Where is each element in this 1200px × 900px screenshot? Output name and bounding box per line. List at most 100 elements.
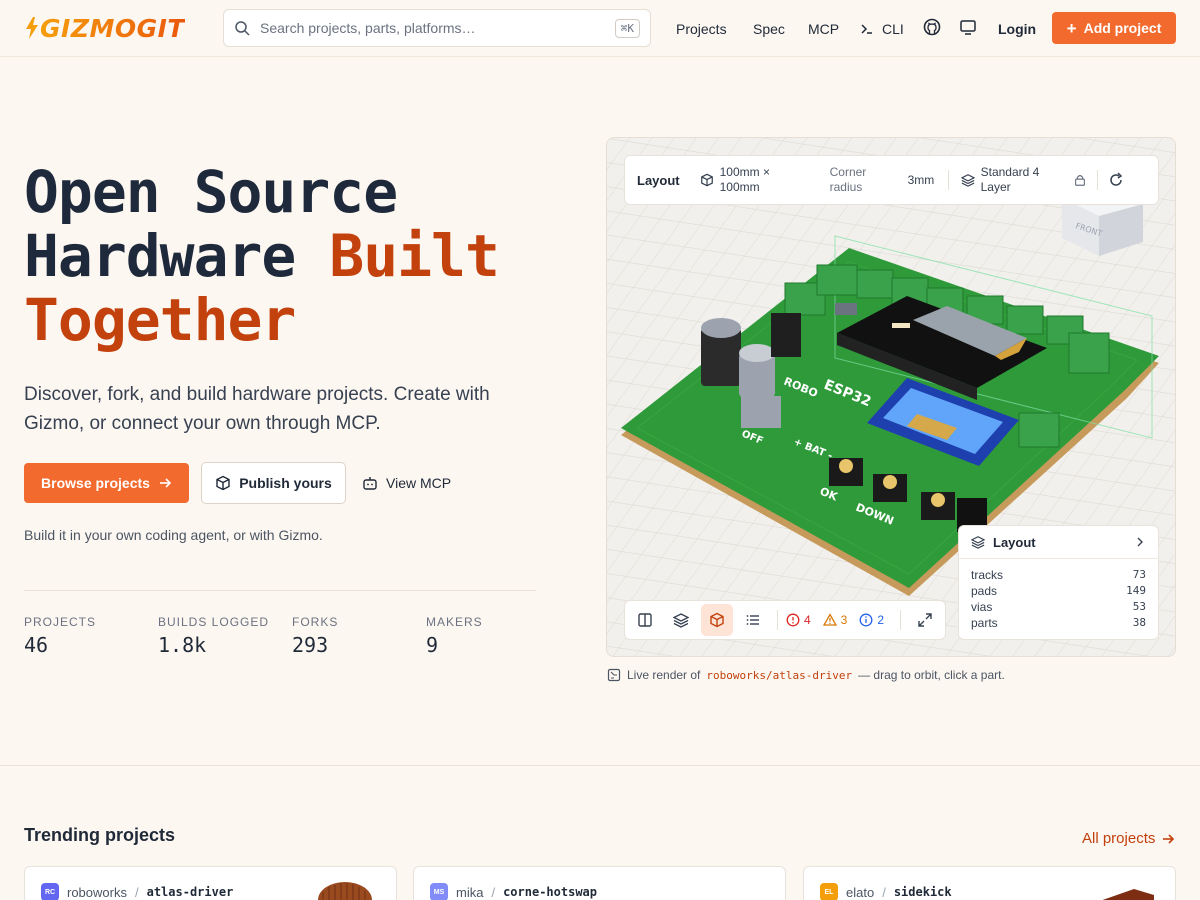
layout-properties-bar: Layout 100mm × 100mm Corner radius 3mm S… [624, 155, 1159, 205]
section-divider [0, 765, 1200, 766]
row-label: pads [971, 584, 998, 598]
warning-count[interactable]: 3 [822, 613, 848, 627]
hero-subtitle: Discover, fork, and build hardware proje… [24, 384, 490, 434]
project-repo[interactable]: corne-hotswap [503, 885, 597, 899]
project-repo[interactable]: atlas-driver [147, 885, 234, 899]
stat-value: 9 [426, 633, 439, 657]
layout-panel-header[interactable]: Layout [959, 526, 1158, 559]
stat-makers: MAKERS 9 [426, 615, 556, 657]
row-label: parts [971, 616, 998, 630]
monitor-icon[interactable] [959, 18, 979, 38]
voltage-regulator[interactable] [771, 313, 801, 357]
row-value: 73 [1132, 568, 1146, 581]
nav-mcp[interactable]: MCP [808, 21, 839, 37]
avatar: EL [820, 883, 838, 900]
refresh-icon[interactable] [1108, 172, 1124, 188]
row-value: 38 [1132, 616, 1146, 629]
nav-cli[interactable]: CLI [860, 0, 904, 57]
project-owner[interactable]: elato [846, 885, 874, 900]
3d-view-button[interactable] [700, 604, 733, 636]
add-project-label: Add project [1083, 20, 1162, 36]
row-label: vias [971, 600, 993, 614]
trending-title: Trending projects [24, 825, 176, 845]
publish-yours-button[interactable]: Publish yours [201, 462, 346, 504]
stackup-selector[interactable]: Standard 4 Layer [981, 165, 1063, 195]
bot-icon [363, 477, 377, 490]
caption-suffix: — drag to orbit, click a part. [858, 668, 1005, 682]
hero-title-line3: Together [24, 286, 296, 354]
search-shortcut-badge: ⌘K [614, 18, 640, 38]
arrow-right-icon [159, 478, 172, 488]
add-project-button[interactable]: + Add project [1052, 12, 1176, 44]
browse-projects-button[interactable]: Browse projects [24, 463, 189, 503]
project-card[interactable]: EL elato / sidekick [803, 866, 1176, 900]
logo-bolt-icon [26, 17, 38, 39]
nav-spec[interactable]: Spec [753, 21, 785, 37]
layout-row-vias: vias 53 [959, 599, 1158, 615]
board-dimensions[interactable]: 100mm × 100mm [720, 165, 810, 195]
top-nav-bar: GIZMOGIT ⌘K Projects Spec MCP CLI [0, 0, 1200, 57]
warning-icon [822, 613, 837, 626]
ic-chip[interactable] [835, 303, 857, 315]
layout-row-tracks: tracks 73 [959, 567, 1158, 583]
stat-builds: BUILDS LOGGED 1.8k [158, 615, 288, 657]
power-switch[interactable] [741, 396, 781, 428]
lock-icon[interactable] [1073, 173, 1087, 187]
layout-panel-title: Layout [993, 534, 1036, 550]
view-mcp-button[interactable]: View MCP [362, 463, 462, 503]
project-owner[interactable]: roboworks [67, 885, 127, 900]
caption-prefix: Live render of [627, 668, 701, 682]
hero-title-built: Built [329, 222, 500, 290]
split-view-button[interactable] [629, 604, 661, 636]
caption-repo-link[interactable]: roboworks/atlas-driver [706, 669, 852, 682]
info-count[interactable]: 2 [859, 613, 884, 627]
project-card[interactable]: RC roboworks / atlas-driver [24, 866, 397, 900]
corner-radius-value[interactable]: 3mm [908, 173, 938, 187]
avatar: MS [430, 883, 448, 900]
all-projects-link[interactable]: All projects [1082, 830, 1175, 847]
hero-title-hardware: Hardware [24, 222, 330, 290]
layers-icon [672, 613, 689, 628]
login-link[interactable]: Login [998, 21, 1036, 37]
gizmogit-logo[interactable]: GIZMOGIT [24, 10, 208, 46]
stat-label: PROJECTS [24, 615, 97, 629]
chevron-right-icon [1137, 537, 1143, 547]
stat-projects: PROJECTS 46 [24, 615, 154, 657]
nav-cli-label: CLI [882, 20, 904, 37]
search-bar[interactable]: ⌘K [223, 9, 651, 47]
pcb-3d-viewer[interactable]: ESP32 ROBO OFF + BAT - OK DOWN FRONT Lay… [606, 137, 1176, 657]
layers-icon [960, 174, 975, 187]
row-label: tracks [971, 568, 1004, 582]
project-repo[interactable]: sidekick [894, 885, 952, 899]
search-input[interactable] [260, 20, 615, 36]
list-icon [746, 615, 759, 625]
fullscreen-button[interactable] [909, 604, 941, 636]
agent-note: Build it in your own coding agent, or wi… [24, 527, 323, 543]
warning-count-value: 3 [840, 613, 848, 627]
cube-icon [700, 173, 713, 187]
github-icon[interactable] [923, 18, 943, 38]
layout-stats-panel: Layout tracks 73 pads 149 vias 53 parts … [958, 525, 1159, 640]
row-value: 149 [1126, 584, 1146, 597]
stat-value: 293 [292, 633, 329, 657]
viewer-toolbar: 4 3 2 [624, 600, 946, 640]
layers-button[interactable] [665, 604, 697, 636]
layout-row-pads: pads 149 [959, 583, 1158, 599]
viewer-caption: Live render of roboworks/atlas-driver — … [607, 668, 1005, 682]
all-projects-label: All projects [1082, 830, 1156, 847]
nav-projects[interactable]: Projects [676, 21, 727, 37]
project-owner[interactable]: mika [456, 885, 483, 900]
plus-icon: + [1066, 18, 1077, 38]
hero-title-line2: Hardware Built [24, 224, 564, 288]
path-separator: / [134, 884, 139, 900]
list-view-button[interactable] [737, 604, 769, 636]
search-icon [235, 21, 250, 36]
hero-title-line1: Open Source [24, 158, 398, 226]
error-count[interactable]: 4 [786, 613, 811, 627]
publish-yours-label: Publish yours [239, 475, 332, 491]
package-icon [216, 475, 230, 491]
logo-wordmark: GIZMOGIT [40, 13, 185, 43]
project-card[interactable]: MS mika / corne-hotswap [413, 866, 786, 900]
expand-icon [918, 613, 932, 627]
avatar: RC [41, 883, 59, 900]
